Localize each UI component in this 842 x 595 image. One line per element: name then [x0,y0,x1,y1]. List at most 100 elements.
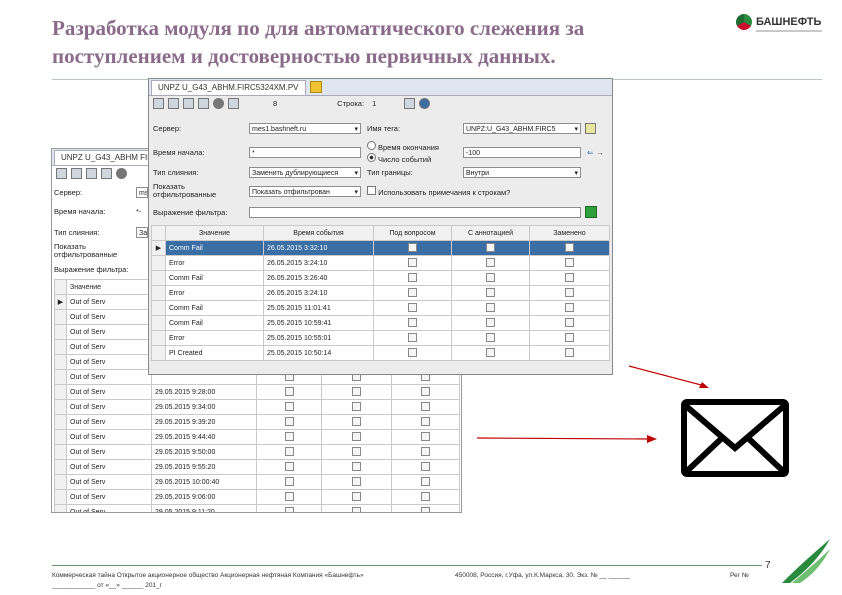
substituted-checkbox[interactable] [421,476,430,486]
undo-icon[interactable] [168,98,179,109]
substituted-checkbox[interactable] [565,317,574,327]
col-value-header[interactable]: Значение [165,225,264,241]
row-selector[interactable] [54,459,67,475]
questionable-checkbox[interactable] [408,317,417,327]
annotated-checkbox[interactable] [486,302,495,312]
substituted-checkbox[interactable] [565,242,574,252]
cell-questionable[interactable] [373,240,452,256]
row-selector[interactable] [54,444,67,460]
row-selector[interactable] [151,345,166,361]
cell-annotated[interactable] [321,429,392,445]
row-selector[interactable] [151,330,166,346]
event-count-radio[interactable] [367,153,376,162]
delete-icon[interactable] [101,168,112,179]
questionable-checkbox[interactable] [408,272,417,282]
row-selector[interactable] [54,504,67,512]
window-icon[interactable] [404,98,416,109]
table-row[interactable]: Out of Serv 29.05.2015 9:39:20 [54,414,460,430]
cell-questionable[interactable] [373,345,452,361]
start-time-input[interactable]: * [249,147,361,158]
substituted-checkbox[interactable] [565,287,574,297]
substituted-checkbox[interactable] [421,416,430,426]
back-arrow-icon[interactable]: ⇐ [587,148,593,157]
use-notes-checkbox[interactable] [367,185,376,195]
help-icon[interactable] [419,98,431,109]
table-row[interactable]: PI Created 25.05.2015 10:50:14 [151,345,610,361]
cell-questionable[interactable] [256,414,322,430]
save-icon[interactable] [153,98,164,109]
row-selector[interactable] [54,474,67,490]
row-selector[interactable] [54,489,67,505]
table-row[interactable]: Comm Fail 25.05.2015 11:01:41 [151,300,610,316]
cell-annotated[interactable] [321,489,392,505]
annotated-checkbox[interactable] [352,476,361,486]
cell-questionable[interactable] [256,489,322,505]
table-row[interactable]: Out of Serv 29.05.2015 9:50:00 [54,444,460,460]
questionable-checkbox[interactable] [284,476,294,486]
table-row[interactable]: Error 26.05.2015 3:24:10 [151,255,610,271]
questionable-checkbox[interactable] [408,257,417,267]
cell-substituted[interactable] [391,444,460,460]
cell-substituted[interactable] [391,504,460,512]
properties-icon[interactable] [86,168,97,179]
cell-substituted[interactable] [391,474,460,490]
questionable-checkbox[interactable] [408,332,417,342]
annotated-checkbox[interactable] [352,461,361,471]
table-row[interactable]: Out of Serv 29.05.2015 10:00:40 [54,474,460,490]
row-selector[interactable] [151,315,166,331]
annotated-checkbox[interactable] [486,332,495,342]
cell-annotated[interactable] [451,345,530,361]
front-tab[interactable]: UNPZ U_G43_ABHM.FIRC5324XM.PV [151,79,306,95]
cell-questionable[interactable] [373,300,452,316]
annotated-checkbox[interactable] [352,506,361,512]
cell-annotated[interactable] [321,474,392,490]
cell-questionable[interactable] [256,459,322,475]
questionable-checkbox[interactable] [284,386,294,396]
row-selector[interactable] [54,414,67,430]
cell-questionable[interactable] [373,315,452,331]
cell-questionable[interactable] [256,384,322,400]
cell-questionable[interactable] [256,399,322,415]
back-server-field[interactable]: ms [136,187,148,198]
annotated-checkbox[interactable] [352,416,361,426]
cell-substituted[interactable] [529,330,610,346]
cell-annotated[interactable] [451,270,530,286]
cell-questionable[interactable] [256,444,322,460]
substituted-checkbox[interactable] [421,506,430,512]
cell-substituted[interactable] [529,255,610,271]
questionable-checkbox[interactable] [284,446,294,456]
col-questionable-header[interactable]: Под вопросом [373,225,452,241]
substituted-checkbox[interactable] [565,347,574,357]
row-selector[interactable] [54,384,67,400]
questionable-checkbox[interactable] [284,491,294,501]
filter-expr-input[interactable] [249,206,581,218]
count-input[interactable]: -100 [463,147,581,158]
row-selector[interactable] [54,354,67,370]
delete-icon[interactable] [198,98,209,109]
server-select[interactable]: mes1.bashneft.ru [249,123,361,134]
stop-icon[interactable] [213,98,224,109]
cell-substituted[interactable] [529,270,610,286]
substituted-checkbox[interactable] [565,302,574,312]
boundary-type-select[interactable]: Внутри [463,167,581,178]
cell-substituted[interactable] [529,300,610,316]
annotated-checkbox[interactable] [352,431,361,441]
cell-substituted[interactable] [529,315,610,331]
export-icon[interactable] [228,98,239,109]
substituted-checkbox[interactable] [421,386,430,396]
pin-icon[interactable] [309,81,322,93]
cell-annotated[interactable] [451,315,530,331]
row-selector[interactable] [54,324,67,340]
substituted-checkbox[interactable] [421,446,430,456]
row-selector[interactable] [54,429,67,445]
annotated-checkbox[interactable] [352,386,361,396]
questionable-checkbox[interactable] [284,506,294,512]
row-selector[interactable]: ▶ [54,294,67,310]
table-row[interactable]: Out of Serv 29.05.2015 9:34:00 [54,399,460,415]
substituted-checkbox[interactable] [421,431,430,441]
cell-questionable[interactable] [373,330,452,346]
substituted-checkbox[interactable] [565,332,574,342]
substituted-checkbox[interactable] [565,257,574,267]
table-row[interactable]: Comm Fail 26.05.2015 3:26:40 [151,270,610,286]
row-selector[interactable] [151,285,166,301]
